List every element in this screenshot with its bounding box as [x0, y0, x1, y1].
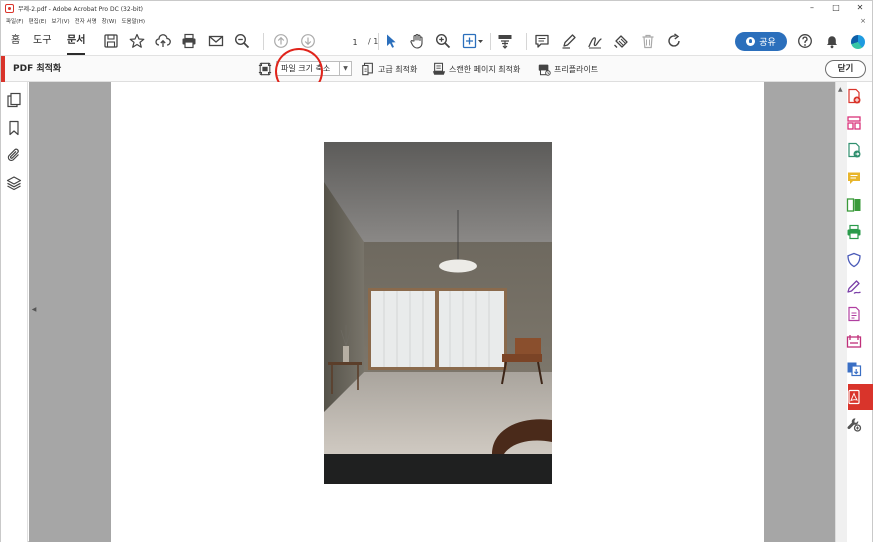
pages-icon[interactable]: [6, 92, 22, 108]
bookmarks-icon[interactable]: [6, 120, 22, 136]
tool-accent-bar: [1, 56, 5, 82]
close-tool-button[interactable]: 닫기: [825, 60, 866, 78]
page-total: / 1: [368, 37, 379, 46]
page-up-icon[interactable]: [272, 32, 290, 50]
optimize-pdf-icon[interactable]: [846, 389, 862, 405]
zoom-in-icon[interactable]: [434, 32, 452, 50]
toolbar-divider: [263, 33, 264, 50]
export-pdf-icon[interactable]: [846, 142, 862, 158]
scroll-mode-icon[interactable]: [496, 32, 514, 50]
email-icon[interactable]: [207, 32, 225, 50]
advanced-optimize-icon: [362, 62, 373, 76]
reduce-file-size-button[interactable]: 파일 크기 축소: [276, 61, 340, 76]
advanced-optimization-button[interactable]: 고급 최적화: [361, 60, 417, 78]
tab-document[interactable]: 문서: [67, 27, 86, 55]
bookmark-star-icon[interactable]: [128, 32, 146, 50]
more-tools-icon[interactable]: [846, 416, 862, 432]
pdf-page: [111, 82, 764, 542]
comment-tool-icon[interactable]: [846, 170, 862, 186]
optimize-pdf-bar: PDF 최적화 파일 크기 축소 ▼ 고급 최적화 스캔한 페이지 최적화 프리…: [1, 56, 872, 82]
advanced-optimization-label: 고급 최적화: [378, 64, 418, 74]
user-icon: [746, 37, 756, 46]
print-icon[interactable]: [180, 32, 198, 50]
menu-view[interactable]: 보기(V): [51, 17, 69, 25]
edit-pdf-icon[interactable]: [846, 306, 862, 322]
scanned-page-icon: [432, 62, 446, 75]
toolbar-divider: [378, 33, 379, 50]
attachments-icon[interactable]: [6, 147, 22, 163]
upload-cloud-icon[interactable]: [154, 32, 172, 50]
menu-e-sign[interactable]: 전자 서명: [75, 17, 97, 25]
zoom-dropdown-icon[interactable]: [461, 32, 485, 50]
optimize-scanned-label: 스캔한 페이지 최적화: [449, 64, 521, 74]
preflight-icon: [538, 64, 551, 76]
sign-icon[interactable]: [586, 32, 604, 50]
menu-window[interactable]: 창(W): [102, 17, 117, 25]
stamp-icon[interactable]: [612, 32, 630, 50]
main-toolbar: 홈 도구 문서 1 / 1 공유: [1, 27, 872, 56]
share-button[interactable]: 공유: [735, 32, 787, 51]
send-for-review-icon[interactable]: [846, 361, 862, 377]
help-icon[interactable]: [796, 32, 814, 50]
protect-icon[interactable]: [846, 252, 862, 268]
maximize-button[interactable]: □: [824, 1, 848, 15]
left-nav-pane: [1, 82, 28, 542]
acrobat-app-icon: [5, 3, 14, 13]
right-tools-pane: ▲: [835, 82, 873, 542]
collapse-left-pane-icon[interactable]: ◀: [29, 303, 39, 317]
highlight-pen-icon[interactable]: [560, 32, 578, 50]
rotate-icon[interactable]: [665, 32, 683, 50]
fill-sign-icon[interactable]: [846, 279, 862, 295]
hand-icon[interactable]: [408, 32, 426, 50]
combine-files-icon[interactable]: [846, 197, 862, 213]
share-label: 공유: [759, 38, 776, 48]
save-icon[interactable]: [102, 32, 120, 50]
comment-icon[interactable]: [533, 32, 551, 50]
toolbar-divider: [526, 33, 527, 50]
window-title: 무제-2.pdf - Adobe Acrobat Pro DC (32-bit): [18, 5, 144, 13]
menu-help[interactable]: 도움말(H): [121, 17, 145, 25]
print-production-icon[interactable]: [846, 224, 862, 240]
select-cursor-icon[interactable]: [382, 32, 400, 50]
interior-room-photo: [324, 142, 552, 484]
document-viewport[interactable]: [29, 82, 835, 542]
title-bar: 무제-2.pdf - Adobe Acrobat Pro DC (32-bit)…: [1, 1, 872, 15]
menu-edit[interactable]: 편집(E): [29, 17, 47, 25]
optimize-pdf-title: PDF 최적화: [13, 64, 62, 74]
menu-file[interactable]: 파일(F): [6, 17, 24, 25]
bell-icon[interactable]: [823, 32, 841, 50]
reduce-size-tool[interactable]: [258, 60, 272, 78]
page-number-input[interactable]: 1: [344, 34, 366, 49]
document-close-icon[interactable]: ×: [860, 17, 866, 25]
zoom-out-icon[interactable]: [233, 32, 251, 50]
trash-icon[interactable]: [639, 32, 657, 50]
toolbar-divider: [490, 33, 491, 50]
tab-home[interactable]: 홈: [11, 27, 20, 55]
page-down-icon[interactable]: [299, 32, 317, 50]
preflight-button[interactable]: 프리플라이트: [537, 60, 598, 78]
window-close-button[interactable]: ✕: [848, 1, 872, 15]
acrobat-window: 무제-2.pdf - Adobe Acrobat Pro DC (32-bit)…: [0, 0, 873, 542]
organize-pages-icon[interactable]: [846, 115, 862, 131]
tab-tools[interactable]: 도구: [33, 27, 51, 55]
layers-icon[interactable]: [6, 175, 22, 191]
minimize-button[interactable]: –: [800, 1, 824, 15]
compare-icon[interactable]: [846, 333, 862, 349]
profile-avatar[interactable]: [851, 35, 865, 49]
optimize-scanned-button[interactable]: 스캔한 페이지 최적화: [432, 60, 520, 78]
create-pdf-icon[interactable]: [846, 88, 862, 104]
preflight-label: 프리플라이트: [554, 64, 599, 74]
reduce-size-dropdown-icon[interactable]: ▼: [339, 61, 352, 76]
reduce-file-size-icon: [258, 62, 272, 76]
menu-bar: 파일(F) 편집(E) 보기(V) 전자 서명 창(W) 도움말(H) ×: [1, 15, 872, 27]
